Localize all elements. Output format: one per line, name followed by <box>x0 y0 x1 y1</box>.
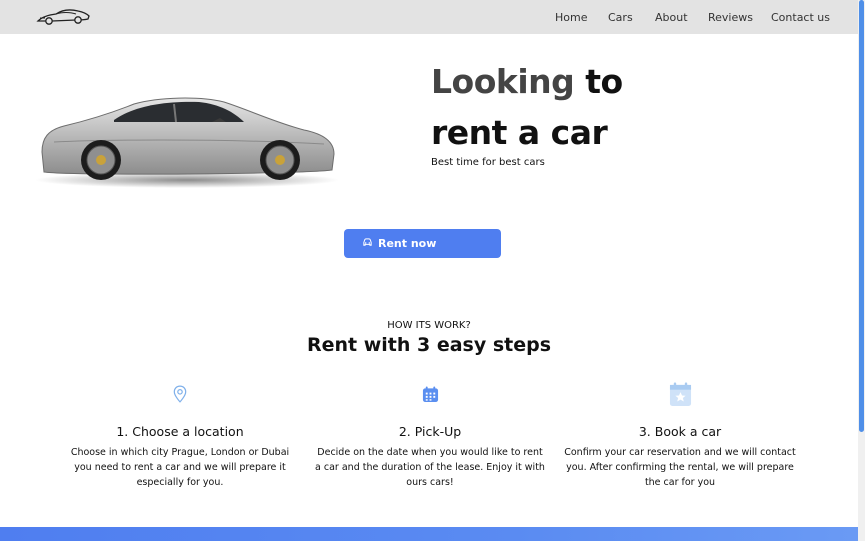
nav-home-link[interactable]: Home <box>555 11 587 24</box>
nav-contact-link[interactable]: Contact us <box>771 11 830 24</box>
nav-about-link[interactable]: About <box>655 11 688 24</box>
step-card-pickup: 2. Pick-Up Decide on the date when you w… <box>314 380 546 490</box>
silver-sports-car-image <box>34 92 340 190</box>
how-it-works-label: HOW ITS WORK? <box>387 320 471 331</box>
calendar-icon <box>314 380 546 408</box>
calendar-star-icon <box>564 380 796 408</box>
step-title: 2. Pick-Up <box>398 424 462 439</box>
step-title: 3. Book a car <box>638 424 722 439</box>
step-title: 1. Choose a location <box>116 424 244 439</box>
steps-title: Rent with 3 easy steps <box>306 334 552 356</box>
nav-cars-link[interactable]: Cars <box>608 11 633 24</box>
step-card-location: 1. Choose a location Choose in which cit… <box>64 380 296 490</box>
location-pin-icon <box>64 380 296 408</box>
hero-title-part2: to <box>585 62 623 101</box>
step-card-book: 3. Book a car Confirm your car reservati… <box>564 380 796 490</box>
step-description: Choose in which city Prague, London or D… <box>70 447 290 488</box>
hero-title-line2: rent a car <box>431 113 608 152</box>
navbar: Home Cars About Reviews Contact us <box>0 0 858 34</box>
rent-now-button[interactable]: Rent now <box>344 229 501 258</box>
step-description: Decide on the date when you would like t… <box>315 447 545 488</box>
rent-now-label: Rent now <box>378 237 437 250</box>
scrollbar-thumb[interactable] <box>859 0 864 432</box>
step-description: Confirm your car reservation and we will… <box>564 447 796 488</box>
car-icon <box>362 237 373 251</box>
hero-title: Looking to rent a car <box>431 56 691 158</box>
hero-subtitle: Best time for best cars <box>431 157 545 168</box>
hero-title-part1: Looking <box>431 62 575 101</box>
sports-car-logo-icon[interactable] <box>36 4 90 28</box>
footer-banner <box>0 527 858 541</box>
nav-reviews-link[interactable]: Reviews <box>708 11 753 24</box>
